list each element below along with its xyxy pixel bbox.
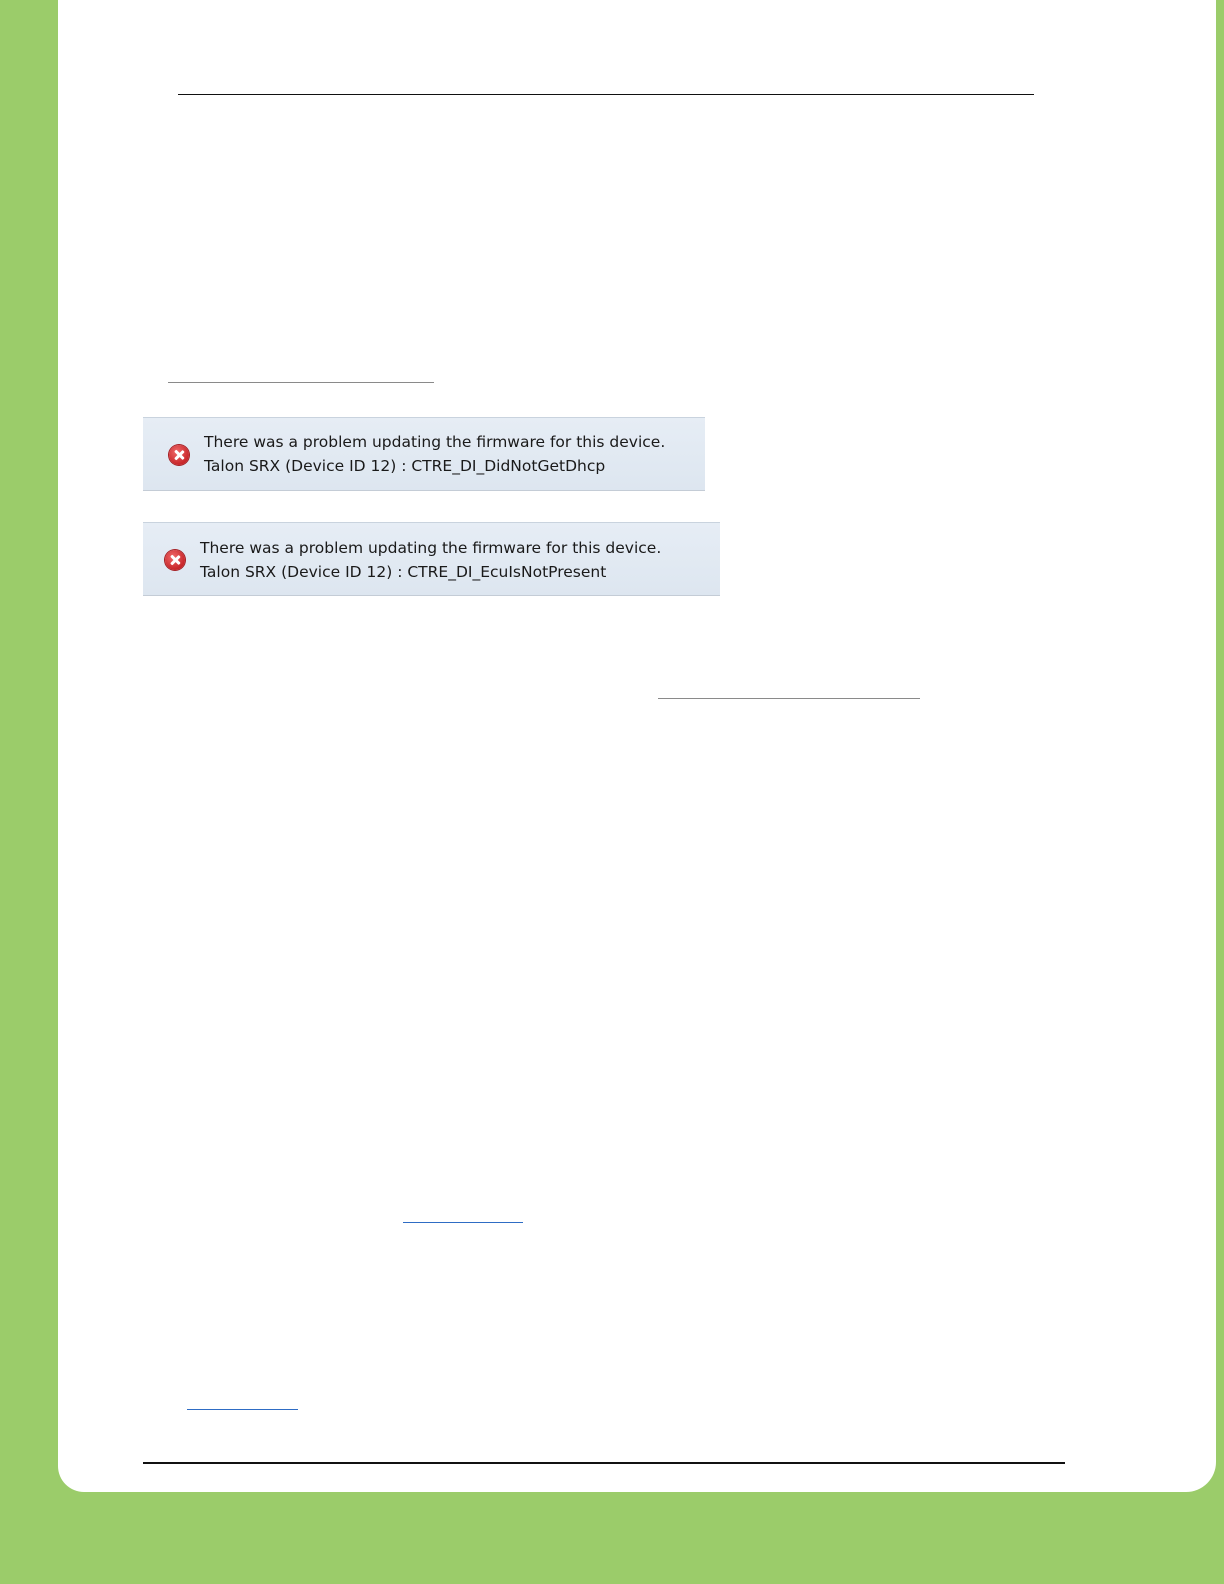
error-detail: Talon SRX (Device ID 12) : CTRE_DI_DidNo… (204, 457, 606, 475)
header-rule (178, 94, 1034, 95)
error-icon (169, 445, 189, 465)
error-message: There was a problem updating the firmwar… (200, 539, 662, 557)
hyperlink-2[interactable] (187, 1409, 298, 1410)
error-detail: Talon SRX (Device ID 12) : CTRE_DI_EcuIs… (200, 563, 607, 581)
footer-rule (143, 1462, 1065, 1464)
underlined-text-2 (658, 698, 920, 699)
page-sheet (58, 0, 1216, 1492)
error-icon (165, 550, 185, 570)
hyperlink-1[interactable] (403, 1222, 523, 1223)
error-message: There was a problem updating the firmwar… (204, 433, 666, 451)
error-banner-did-not-get-dhcp: There was a problem updating the firmwar… (143, 417, 705, 491)
error-banner-text: There was a problem updating the firmwar… (204, 430, 665, 478)
error-banner-text: There was a problem updating the firmwar… (200, 536, 661, 584)
underlined-text-1 (168, 382, 434, 383)
error-banner-ecu-not-present: There was a problem updating the firmwar… (143, 522, 720, 596)
